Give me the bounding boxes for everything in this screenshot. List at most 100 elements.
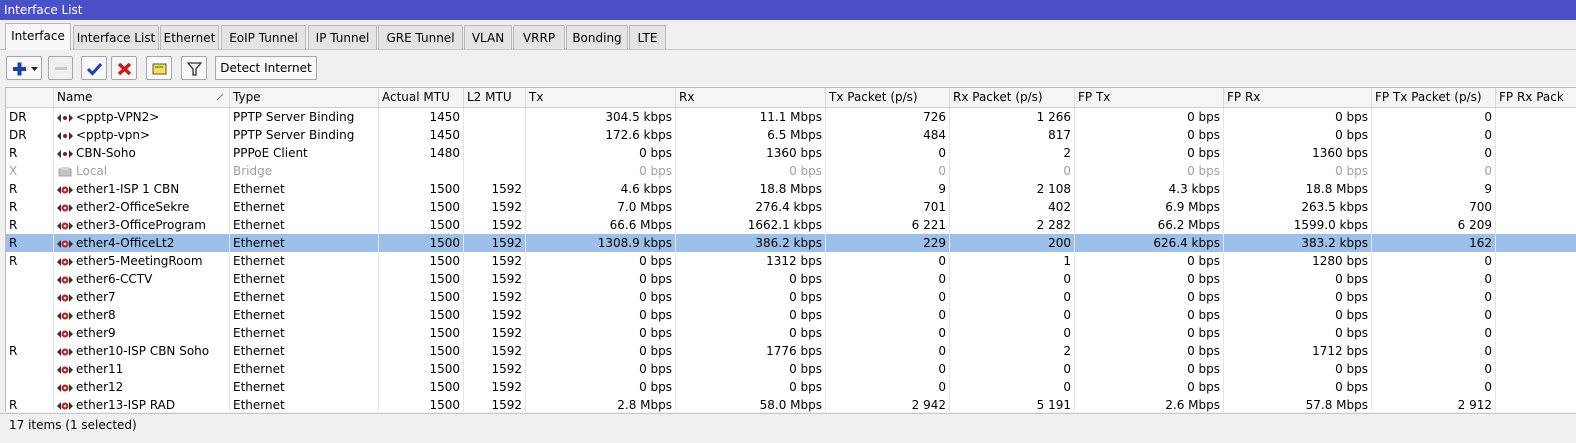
table-row[interactable]: X Local Bridge 0 bps 0 bps 0 0 0 bps 0 bps 0 bbox=[6, 162, 1576, 180]
cell-fptx: 0 bps bbox=[1075, 342, 1224, 360]
interface-name: ether11 bbox=[76, 362, 124, 376]
disable-button[interactable] bbox=[111, 56, 137, 80]
cell-fptx: 2.6 Mbps bbox=[1075, 396, 1224, 412]
cell-fprxp bbox=[1496, 198, 1576, 216]
cell-fprx: 263.5 kbps bbox=[1224, 198, 1372, 216]
cell-flag: R bbox=[6, 252, 54, 270]
table-header: Name Type Actual MTU L2 MTU Tx Rx Tx Pac… bbox=[6, 88, 1576, 108]
cell-txp: 0 bbox=[826, 360, 950, 378]
cell-fptxp: 2 912 bbox=[1372, 396, 1496, 412]
tab-lte[interactable]: LTE bbox=[629, 25, 666, 49]
table-row[interactable]: Rether2-OfficeSekre Ethernet 1500 1592 7.0 M… bbox=[6, 198, 1576, 216]
cell-amtu: 1450 bbox=[379, 126, 464, 144]
cell-fprxp bbox=[1496, 144, 1576, 162]
tab-interface[interactable]: Interface bbox=[5, 23, 71, 50]
tab-vlan[interactable]: VLAN bbox=[464, 25, 512, 49]
table-row[interactable]: ether7 Ethernet 1500 1592 0 bps 0 bps 0 0 0 bps 0… bbox=[6, 288, 1576, 306]
table-row[interactable]: R CBN-Soho PPPoE Client 1480 0 bps 1360 bps 0 2… bbox=[6, 144, 1576, 162]
remove-button[interactable] bbox=[48, 56, 73, 80]
interface-name: CBN-Soho bbox=[76, 146, 136, 160]
col-fp-rx-packet[interactable]: FP Rx Pack bbox=[1496, 88, 1576, 107]
cell-name: ether5-MeetingRoom bbox=[54, 252, 230, 270]
enable-button[interactable] bbox=[81, 56, 107, 80]
cell-fptx: 0 bps bbox=[1075, 144, 1224, 162]
cell-rxp: 402 bbox=[950, 198, 1075, 216]
col-rx-packet[interactable]: Rx Packet (p/s) bbox=[950, 88, 1075, 107]
interface-table: Name Type Actual MTU L2 MTU Tx Rx Tx Pac… bbox=[5, 87, 1576, 412]
cell-tx: 0 bps bbox=[526, 144, 676, 162]
cell-rx: 0 bps bbox=[676, 324, 826, 342]
col-tx[interactable]: Tx bbox=[526, 88, 676, 107]
table-row[interactable]: ether6-CCTV Ethernet 1500 1592 0 bps 0 bps 0 0 0… bbox=[6, 270, 1576, 288]
table-row[interactable]: Rether3-OfficeProgram Ethernet 1500 1592 66.… bbox=[6, 216, 1576, 234]
tab-ethernet[interactable]: Ethernet bbox=[160, 25, 219, 49]
cell-txp: 9 bbox=[826, 180, 950, 198]
filter-button[interactable] bbox=[181, 56, 207, 80]
comment-icon bbox=[152, 63, 167, 75]
cell-tx: 0 bps bbox=[526, 324, 676, 342]
col-l2-mtu[interactable]: L2 MTU bbox=[464, 88, 526, 107]
interface-name: ether12 bbox=[76, 380, 124, 394]
table-row[interactable]: ether9 Ethernet 1500 1592 0 bps 0 bps 0 0 0 bps 0… bbox=[6, 324, 1576, 342]
comment-button[interactable] bbox=[146, 56, 172, 80]
cell-name: CBN-Soho bbox=[54, 144, 230, 162]
col-fp-tx[interactable]: FP Tx bbox=[1075, 88, 1224, 107]
interface-name: ether7 bbox=[76, 290, 116, 304]
tab-gre-tunnel[interactable]: GRE Tunnel bbox=[378, 25, 463, 49]
cell-fptxp: 6 209 bbox=[1372, 216, 1496, 234]
col-fp-tx-packet[interactable]: FP Tx Packet (p/s) bbox=[1372, 88, 1496, 107]
cell-rx: 18.8 Mbps bbox=[676, 180, 826, 198]
interface-name: ether4-OfficeLt2 bbox=[76, 236, 175, 250]
tab-eoip-tunnel[interactable]: EoIP Tunnel bbox=[221, 25, 306, 49]
tab-bonding[interactable]: Bonding bbox=[566, 25, 628, 49]
col-type[interactable]: Type bbox=[230, 88, 379, 107]
cell-txp: 0 bbox=[826, 144, 950, 162]
table-row[interactable]: Rether5-MeetingRoom Ethernet 1500 1592 0 bps… bbox=[6, 252, 1576, 270]
table-row[interactable]: Rether10-ISP CBN Soho Ethernet 1500 1592 0 b… bbox=[6, 342, 1576, 360]
cell-l2mtu: 1592 bbox=[464, 252, 526, 270]
tab-ip-tunnel[interactable]: IP Tunnel bbox=[308, 25, 377, 49]
cell-type: Ethernet bbox=[230, 342, 379, 360]
col-name[interactable]: Name bbox=[54, 88, 230, 107]
table-row[interactable]: ether12 Ethernet 1500 1592 0 bps 0 bps 0 0 0 bps… bbox=[6, 378, 1576, 396]
cell-rxp: 200 bbox=[950, 234, 1075, 252]
detect-internet-button[interactable]: Detect Internet bbox=[215, 56, 317, 80]
table-row[interactable]: Rether13-ISP RAD Ethernet 1500 1592 2.8 Mbps… bbox=[6, 396, 1576, 412]
cell-fptx: 0 bps bbox=[1075, 162, 1224, 180]
cell-fptxp: 0 bbox=[1372, 126, 1496, 144]
cell-rxp: 0 bbox=[950, 288, 1075, 306]
cell-fptx: 0 bps bbox=[1075, 270, 1224, 288]
cell-l2mtu: 1592 bbox=[464, 234, 526, 252]
cell-l2mtu: 1592 bbox=[464, 378, 526, 396]
check-icon bbox=[86, 62, 103, 76]
table-row[interactable]: ether11 Ethernet 1500 1592 0 bps 0 bps 0 0 0 bps… bbox=[6, 360, 1576, 378]
cell-fprxp bbox=[1496, 396, 1576, 412]
cell-amtu: 1500 bbox=[379, 306, 464, 324]
cell-rx: 0 bps bbox=[676, 270, 826, 288]
table-row[interactable]: ether8 Ethernet 1500 1592 0 bps 0 bps 0 0 0 bps 0… bbox=[6, 306, 1576, 324]
cell-l2mtu bbox=[464, 108, 526, 126]
cell-fprxp bbox=[1496, 360, 1576, 378]
cell-flag: DR bbox=[6, 108, 54, 126]
col-tx-packet[interactable]: Tx Packet (p/s) bbox=[826, 88, 950, 107]
cell-l2mtu: 1592 bbox=[464, 180, 526, 198]
table-row[interactable]: DR <pptp-VPN2> PPTP Server Binding 1450 304.… bbox=[6, 108, 1576, 126]
cell-fptxp: 0 bbox=[1372, 324, 1496, 342]
cell-fptxp: 9 bbox=[1372, 180, 1496, 198]
col-flags[interactable] bbox=[6, 88, 54, 107]
cell-txp: 0 bbox=[826, 288, 950, 306]
tab-vrrp[interactable]: VRRP bbox=[513, 25, 565, 49]
table-row[interactable]: Rether4-OfficeLt2 Ethernet 1500 1592 1308.9 … bbox=[6, 234, 1576, 252]
table-row[interactable]: DR <pptp-vpn> PPTP Server Binding 1450 172.6… bbox=[6, 126, 1576, 144]
col-actual-mtu[interactable]: Actual MTU bbox=[379, 88, 464, 107]
ethernet-icon bbox=[56, 363, 74, 378]
cell-amtu: 1500 bbox=[379, 270, 464, 288]
add-button[interactable] bbox=[6, 56, 42, 80]
table-row[interactable]: Rether1-ISP 1 CBN Ethernet 1500 1592 4.6 kbp… bbox=[6, 180, 1576, 198]
cell-type: Ethernet bbox=[230, 324, 379, 342]
cell-amtu: 1500 bbox=[379, 216, 464, 234]
col-fp-rx[interactable]: FP Rx bbox=[1224, 88, 1372, 107]
cell-amtu: 1500 bbox=[379, 342, 464, 360]
col-rx[interactable]: Rx bbox=[676, 88, 826, 107]
tab-interface-list[interactable]: Interface List bbox=[73, 25, 159, 49]
